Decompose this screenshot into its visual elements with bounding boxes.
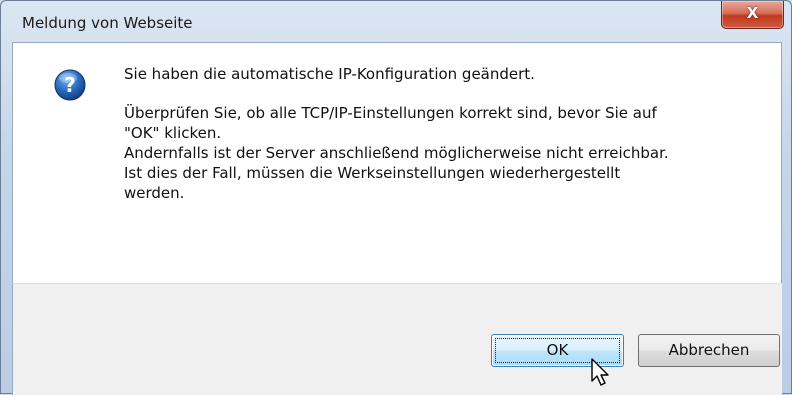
message-line: "OK" klicken. (124, 124, 222, 142)
message-line: werden. (124, 184, 185, 202)
close-icon: X (746, 4, 759, 22)
title-bar[interactable]: Meldung von Webseite X (1, 1, 791, 41)
close-button[interactable]: X (721, 1, 784, 29)
message-line: Sie haben die automatische IP-Konfigurat… (124, 65, 535, 83)
cancel-button-label: Abbrechen (668, 341, 750, 359)
dialog-window: Meldung von Webseite X ? Sie haben die a… (0, 0, 792, 395)
ok-button-label: OK (546, 341, 569, 359)
question-icon: ? (54, 69, 86, 101)
svg-text:?: ? (64, 73, 76, 97)
message-line: Andernfalls ist der Server anschließend … (124, 144, 669, 162)
mouse-pointer-icon (591, 358, 609, 386)
cancel-button[interactable]: Abbrechen (638, 334, 780, 367)
message-line: Ist dies der Fall, müssen die Werkseinst… (124, 164, 621, 182)
message-line: Überprüfen Sie, ob alle TCP/IP-Einstellu… (124, 104, 657, 122)
window-title: Meldung von Webseite (22, 14, 193, 32)
dialog-message: Sie haben die automatische IP-Konfigurat… (124, 64, 764, 203)
